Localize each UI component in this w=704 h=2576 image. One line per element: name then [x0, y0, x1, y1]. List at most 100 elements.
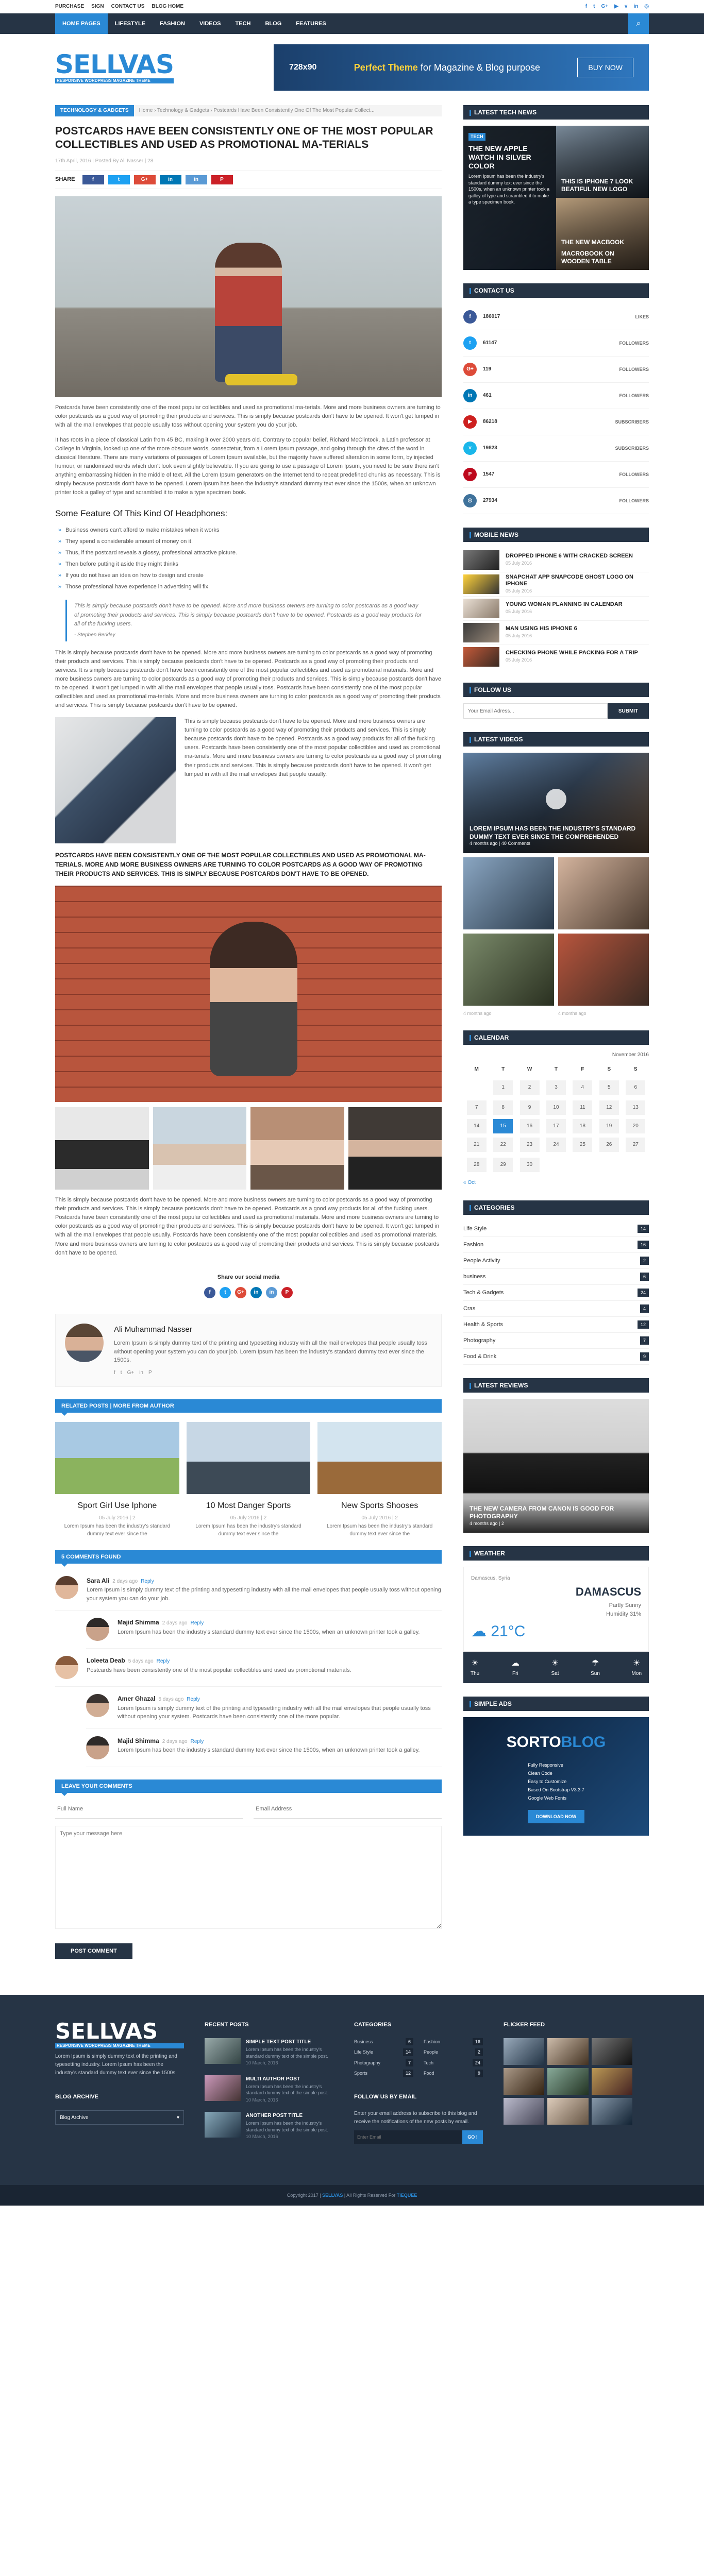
video-thumb[interactable] [463, 857, 554, 929]
category-name[interactable]: business [463, 1273, 485, 1282]
social-counter-row[interactable]: f 186017 LIKES [463, 304, 649, 330]
calendar-day[interactable]: 20 [626, 1119, 646, 1134]
mobile-news-item[interactable]: SNAPCHAT APP SNAPCODE GHOST LOGO ON IPHO… [463, 572, 649, 597]
category-name[interactable]: People Activity [463, 1257, 500, 1266]
footer-cat-name[interactable]: Food [424, 2070, 434, 2077]
email-field[interactable] [254, 1800, 442, 1819]
flickr-image[interactable] [591, 2068, 632, 2095]
featured-video[interactable]: LOREM IPSUM HAS BEEN THE INDUSTRY'S STAN… [463, 753, 649, 853]
social-counter-row[interactable]: t 61147 FOLLOWERS [463, 330, 649, 357]
video-thumb[interactable] [558, 857, 649, 929]
footer-cat-name[interactable]: Life Style [354, 2048, 373, 2056]
flickr-image[interactable] [591, 2098, 632, 2125]
footer-cat-name[interactable]: Tech [424, 2059, 433, 2066]
site-logo[interactable]: SELLVAS RESPONSIVE WORDPRESS MAGAZINE TH… [55, 52, 174, 83]
google-plus-icon[interactable]: G+ [601, 3, 608, 11]
author-name[interactable]: Ali Muhammad Nasser [114, 1324, 432, 1336]
calendar-day[interactable]: 29 [493, 1158, 513, 1173]
mobile-news-item[interactable]: CHECKING PHONE WHILE PACKING FOR A TRIP 0… [463, 645, 649, 669]
related-post-title[interactable]: Sport Girl Use Iphone [55, 1499, 179, 1513]
linkedin-icon[interactable]: in [633, 3, 638, 11]
footer-cat-name[interactable]: Sports [354, 2070, 367, 2077]
footer-post-title[interactable]: SIMPLE TEXT POST TITLE [246, 2038, 333, 2046]
footer-email-input[interactable] [354, 2130, 462, 2144]
calendar-day[interactable]: 27 [626, 1138, 646, 1153]
mobile-news-title[interactable]: SNAPCHAT APP SNAPCODE GHOST LOGO ON IPHO… [506, 574, 649, 587]
top-link-purchase[interactable]: PURCHASE [55, 3, 84, 11]
calendar-day[interactable]: 3 [546, 1080, 566, 1095]
flickr-image[interactable] [591, 2038, 632, 2065]
social-counter-row[interactable]: P 1547 FOLLOWERS [463, 462, 649, 488]
related-post[interactable]: New Sports Shooses 05 July 2016 | 2 Lore… [317, 1421, 442, 1538]
mobile-news-title[interactable]: DROPPED IPHONE 6 WITH CRACKED SCREEN [506, 553, 633, 560]
share-facebook-button[interactable]: f [82, 175, 104, 184]
top-link-blog[interactable]: BLOG HOME [152, 3, 183, 11]
category-name[interactable]: Fashion [463, 1241, 483, 1250]
sidebar-ad[interactable]: SORTOBLOG Fully Responsive Clean Code Ea… [463, 1717, 649, 1836]
calendar-day[interactable]: 15 [493, 1119, 513, 1134]
related-post-image[interactable] [55, 1421, 179, 1494]
pinterest-icon[interactable]: P [281, 1287, 293, 1299]
vimeo-icon[interactable]: v [463, 442, 477, 455]
linkedin-icon[interactable]: in [139, 1369, 143, 1377]
flickr-image[interactable] [504, 2038, 545, 2065]
facebook-icon[interactable]: f [114, 1369, 115, 1377]
vimeo-icon[interactable]: v [625, 3, 628, 11]
calendar-day[interactable]: 11 [573, 1100, 593, 1115]
social-counter-row[interactable]: ◎ 27934 FOLLOWERS [463, 488, 649, 514]
name-field[interactable] [55, 1800, 243, 1819]
footer-post-thumb[interactable] [205, 2112, 241, 2138]
footer-cat-item[interactable]: Life Style 14 [354, 2048, 413, 2056]
calendar-day[interactable]: 13 [626, 1100, 646, 1115]
instagram-icon[interactable]: ◎ [463, 494, 477, 507]
related-post-image[interactable] [317, 1421, 442, 1494]
calendar-day[interactable]: 6 [626, 1080, 646, 1095]
footer-post[interactable]: SIMPLE TEXT POST TITLE Lorem Ipsum has be… [205, 2038, 333, 2067]
archive-select[interactable]: Blog Archive ▾ [55, 2110, 184, 2125]
tech-feature[interactable]: TECH THE NEW APPLE WATCH IN SILVER COLOR… [463, 126, 556, 270]
nav-item-fashion[interactable]: FASHION [153, 13, 192, 34]
calendar-day[interactable]: 10 [546, 1100, 566, 1115]
footer-post-thumb[interactable] [205, 2038, 241, 2064]
review-title[interactable]: THE NEW CAMERA FROM CANON IS GOOD FOR PH… [470, 1505, 614, 1520]
mobile-news-item[interactable]: MAN USING HIS IPHONE 6 05 July 2016 [463, 621, 649, 645]
calendar-day[interactable]: 30 [519, 1158, 540, 1173]
twitter-icon[interactable]: t [463, 336, 477, 350]
category-badge[interactable]: TECHNOLOGY & GADGETS [55, 105, 134, 116]
instagram-icon[interactable]: ◎ [644, 3, 649, 11]
message-field[interactable] [55, 1825, 442, 1929]
category-name[interactable]: Photography [463, 1336, 495, 1346]
nav-item-videos[interactable]: VIDEOS [192, 13, 228, 34]
calendar-day[interactable]: 17 [546, 1119, 566, 1134]
gallery-image[interactable] [55, 1107, 149, 1190]
flickr-image[interactable] [547, 2098, 589, 2125]
mobile-news-thumb[interactable] [463, 599, 499, 618]
nav-item-features[interactable]: FEATURES [289, 13, 333, 34]
footer-cat-name[interactable]: Business [354, 2038, 373, 2045]
gallery-image[interactable] [348, 1107, 442, 1190]
calendar-day[interactable]: 26 [599, 1138, 619, 1153]
tech-item[interactable]: THE NEW MACBOOK MACROBOOK ON WOODEN TABLE [556, 198, 649, 270]
footer-cat-item[interactable]: Photography 7 [354, 2059, 413, 2067]
follow-email-input[interactable] [463, 703, 608, 719]
social-counter-row[interactable]: ▶ 86218 SUBSCRIBERS [463, 409, 649, 435]
footer-cat-name[interactable]: People [424, 2048, 438, 2056]
tech-item-title[interactable]: MACROBOOK ON WOODEN TABLE [561, 250, 644, 265]
top-link-contact[interactable]: CONTACT US [111, 3, 145, 11]
post-comment-button[interactable]: POST COMMENT [55, 1943, 132, 1959]
mobile-news-thumb[interactable] [463, 550, 499, 570]
category-name[interactable]: Health & Sports [463, 1320, 503, 1330]
footer-cat-item[interactable]: Food 9 [424, 2070, 483, 2077]
breadcrumb-path[interactable]: Home › Technology & Gadgets › Postcards … [134, 107, 380, 115]
category-item[interactable]: Cras 4 [463, 1301, 649, 1317]
calendar-day[interactable]: 2 [519, 1080, 540, 1095]
review-item[interactable]: THE NEW CAMERA FROM CANON IS GOOD FOR PH… [463, 1399, 649, 1533]
footer-email-button[interactable]: GO ! [462, 2130, 483, 2144]
category-item[interactable]: Life Style 14 [463, 1221, 649, 1238]
calendar-day[interactable]: 22 [493, 1138, 513, 1153]
related-post[interactable]: 10 Most Danger Sports 05 July 2016 | 2 L… [186, 1421, 311, 1538]
category-name[interactable]: Tech & Gadgets [463, 1289, 504, 1298]
linkedin-alt-icon[interactable]: in [266, 1287, 277, 1299]
search-icon[interactable]: ⌕ [628, 13, 649, 34]
footer-cat-item[interactable]: Fashion 16 [424, 2038, 483, 2046]
